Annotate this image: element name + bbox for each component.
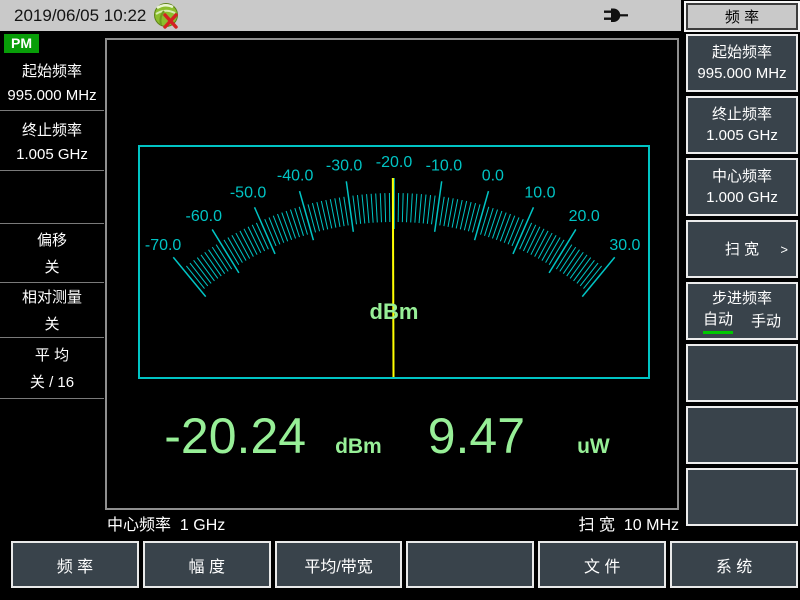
span-label: 扫 宽 [724, 240, 760, 258]
span-readout: 扫 宽 10 MHz [578, 517, 679, 534]
file-menu-button[interactable]: 文 件 [538, 541, 667, 588]
menu-header-frequency: 频 率 [686, 3, 798, 30]
summary-start-freq-value: 995.000 MHz [7, 86, 97, 104]
summary-offset-label: 偏移 [36, 232, 67, 249]
center-frequency-label: 中心频率 [711, 168, 772, 185]
step-frequency-button[interactable]: 步进频率 自动 手动 [686, 282, 798, 340]
stop-frequency-value: 1.005 GHz [706, 127, 778, 144]
blank-side-button-3[interactable] [686, 468, 798, 526]
blank-menu-button[interactable] [406, 541, 535, 588]
stop-frequency-label: 终止频率 [711, 106, 772, 123]
start-frequency-label: 起始频率 [711, 44, 772, 61]
svg-text:20.0: 20.0 [569, 208, 600, 225]
svg-text:10.0: 10.0 [524, 185, 555, 202]
summary-average-label: 平 均 [34, 347, 70, 364]
center-frequency-readout: 中心频率 1 GHz [107, 517, 226, 534]
svg-text:-60.0: -60.0 [186, 208, 223, 225]
summary-start-freq-label: 起始频率 [21, 62, 82, 80]
summary-empty-section [0, 171, 104, 224]
power-dbm-value: -20.24 [164, 408, 307, 464]
stop-frequency-button[interactable]: 终止频率 1.005 GHz [686, 96, 798, 154]
start-frequency-value: 995.000 MHz [697, 65, 787, 82]
svg-text:30.0: 30.0 [609, 237, 640, 254]
measurement-display-area: -70.0 -60.0 -50.0 -40.0 -30.0 -20.0 -10.0 0.0 10… [105, 38, 679, 510]
power-dbm-unit: dBm [335, 435, 382, 458]
center-frequency-button[interactable]: 中心频率 1.000 GHz [686, 158, 798, 216]
gps-disconnected-icon [152, 2, 183, 34]
svg-text:-70.0: -70.0 [145, 237, 182, 254]
svg-text:-50.0: -50.0 [230, 185, 267, 202]
datetime-label: 2019/06/05 10:22 [14, 5, 147, 25]
power-watt-unit: uW [577, 435, 610, 458]
svg-text:dBm: dBm [370, 299, 419, 324]
power-plug-icon [604, 7, 628, 29]
blank-side-button-2[interactable] [686, 406, 798, 464]
submenu-arrow-icon: > [780, 241, 788, 257]
span-button[interactable]: 扫 宽 > [686, 220, 798, 278]
summary-average: 平 均 关 / 16 [0, 338, 104, 399]
power-meter-gauge: -70.0 -60.0 -50.0 -40.0 -30.0 -20.0 -10.0 0.0 10… [138, 145, 650, 379]
gauge-canvas: -70.0-60.0 -50.0 -40.0 -30.0 -20.0 -10.0 0.0 10… [145, 154, 641, 378]
summary-start-frequency: 起始频率 995.000 MHz [0, 53, 104, 111]
system-menu-button[interactable]: 系 统 [670, 541, 798, 588]
center-frequency-value: 1.000 GHz [706, 189, 778, 206]
summary-relative-label: 相对测量 [21, 289, 82, 306]
amplitude-menu-button[interactable]: 幅 度 [142, 541, 271, 588]
step-frequency-label: 步进频率 [711, 290, 772, 307]
measurement-readout: -20.24 dBm 9.47 uW [107, 411, 667, 461]
summary-stop-frequency: 终止频率 1.005 GHz [0, 111, 104, 171]
svg-text:-40.0: -40.0 [277, 168, 314, 185]
power-watt-value: 9.47 [427, 408, 526, 464]
svg-text:-30.0: -30.0 [326, 157, 363, 174]
top-status-bar: 2019/06/05 10:22 [0, 0, 681, 31]
summary-stop-freq-value: 1.005 GHz [16, 145, 88, 163]
step-freq-manual-option[interactable]: 手动 [751, 311, 781, 333]
frequency-menu-button[interactable]: 频 率 [11, 541, 139, 588]
svg-text:-10.0: -10.0 [426, 157, 463, 174]
start-frequency-button[interactable]: 起始频率 995.000 MHz [686, 34, 798, 92]
bottom-status-line: 中心频率 1 GHz 扫 宽 10 MHz [107, 511, 679, 534]
summary-offset-value: 关 [44, 259, 60, 276]
blank-side-button-1[interactable] [686, 344, 798, 402]
menu-header-label: 频 率 [724, 9, 760, 26]
step-freq-auto-option[interactable]: 自动 [702, 309, 733, 334]
average-bandwidth-menu-button[interactable]: 平均/带宽 [274, 541, 403, 588]
svg-text:0.0: 0.0 [482, 168, 504, 185]
main-menu-bar: 频 率 幅 度 平均/带宽 文 件 系 统 [11, 541, 798, 588]
svg-text:-20.0: -20.0 [376, 154, 413, 171]
summary-offset: 偏移 关 [0, 224, 104, 283]
summary-stop-freq-label: 终止频率 [21, 121, 82, 139]
summary-relative-value: 关 [44, 316, 60, 333]
settings-summary-panel: PM 起始频率 995.000 MHz 终止频率 1.005 GHz 偏移 关 … [0, 31, 104, 399]
mode-badge: PM [4, 34, 39, 53]
summary-relative-measure: 相对测量 关 [0, 283, 104, 338]
summary-average-value: 关 / 16 [29, 374, 75, 391]
